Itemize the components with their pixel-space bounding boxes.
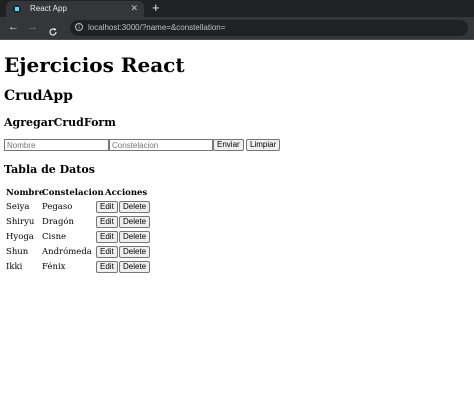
browser-toolbar: ← → i localhost:3000/?name=&constellatio… [0, 17, 474, 40]
name-input[interactable] [4, 139, 109, 151]
browser-tab[interactable]: React App ✕ [6, 1, 144, 17]
browser-tab-bar: React App ✕ + [0, 0, 474, 17]
row-constellation: Fénix [42, 262, 66, 272]
edit-button[interactable]: Edit [96, 201, 118, 213]
table-row: Hyoga Cisne Edit Delete [0, 231, 200, 243]
header-constellation: Constelacion [42, 188, 104, 198]
constellation-input[interactable] [109, 139, 213, 151]
app-title: CrudApp [4, 88, 73, 104]
row-name: Hyoga [6, 232, 34, 242]
back-button[interactable]: ← [8, 21, 19, 34]
page-content: Ejercicios React CrudApp AgregarCrudForm… [0, 40, 474, 401]
delete-button[interactable]: Delete [119, 246, 151, 258]
edit-button[interactable]: Edit [96, 246, 118, 258]
row-name: Seiya [6, 202, 30, 212]
address-bar[interactable]: i localhost:3000/?name=&constellation= [70, 20, 468, 36]
react-favicon-icon [13, 5, 21, 13]
delete-button[interactable]: Delete [119, 216, 151, 228]
table-row: Shiryu Dragón Edit Delete [0, 216, 200, 228]
reset-button[interactable]: Limpiar [246, 139, 281, 151]
url-text[interactable]: localhost:3000/?name=&constellation= [88, 23, 225, 32]
header-name: Nombre [6, 188, 45, 198]
table-title: Tabla de Datos [4, 163, 95, 176]
new-tab-button[interactable]: + [152, 1, 160, 15]
edit-button[interactable]: Edit [96, 231, 118, 243]
delete-button[interactable]: Delete [119, 231, 151, 243]
edit-button[interactable]: Edit [96, 261, 118, 273]
row-name: Ikki [6, 262, 23, 272]
row-constellation: Cisne [42, 232, 67, 242]
reload-icon [49, 28, 57, 36]
row-constellation: Pegaso [42, 202, 73, 212]
table-row: Ikki Fénix Edit Delete [0, 261, 200, 273]
reload-button[interactable] [48, 22, 58, 36]
edit-button[interactable]: Edit [96, 216, 118, 228]
info-icon[interactable]: i [75, 23, 83, 31]
tab-title: React App [30, 4, 67, 13]
form-title: AgregarCrudForm [4, 116, 116, 129]
header-actions: Acciones [105, 188, 148, 198]
page-title: Ejercicios React [4, 53, 185, 77]
row-name: Shun [6, 247, 29, 257]
table-row: Shun Andrómeda Edit Delete [0, 246, 200, 258]
delete-button[interactable]: Delete [119, 201, 151, 213]
row-constellation: Andrómeda [42, 247, 92, 257]
table-row: Seiya Pegaso Edit Delete [0, 201, 200, 213]
row-constellation: Dragón [42, 217, 74, 227]
delete-button[interactable]: Delete [119, 261, 151, 273]
close-tab-icon[interactable]: ✕ [130, 3, 138, 14]
row-name: Shiryu [6, 217, 35, 227]
forward-button[interactable]: → [27, 21, 38, 34]
submit-button[interactable]: Enviar [213, 139, 244, 151]
